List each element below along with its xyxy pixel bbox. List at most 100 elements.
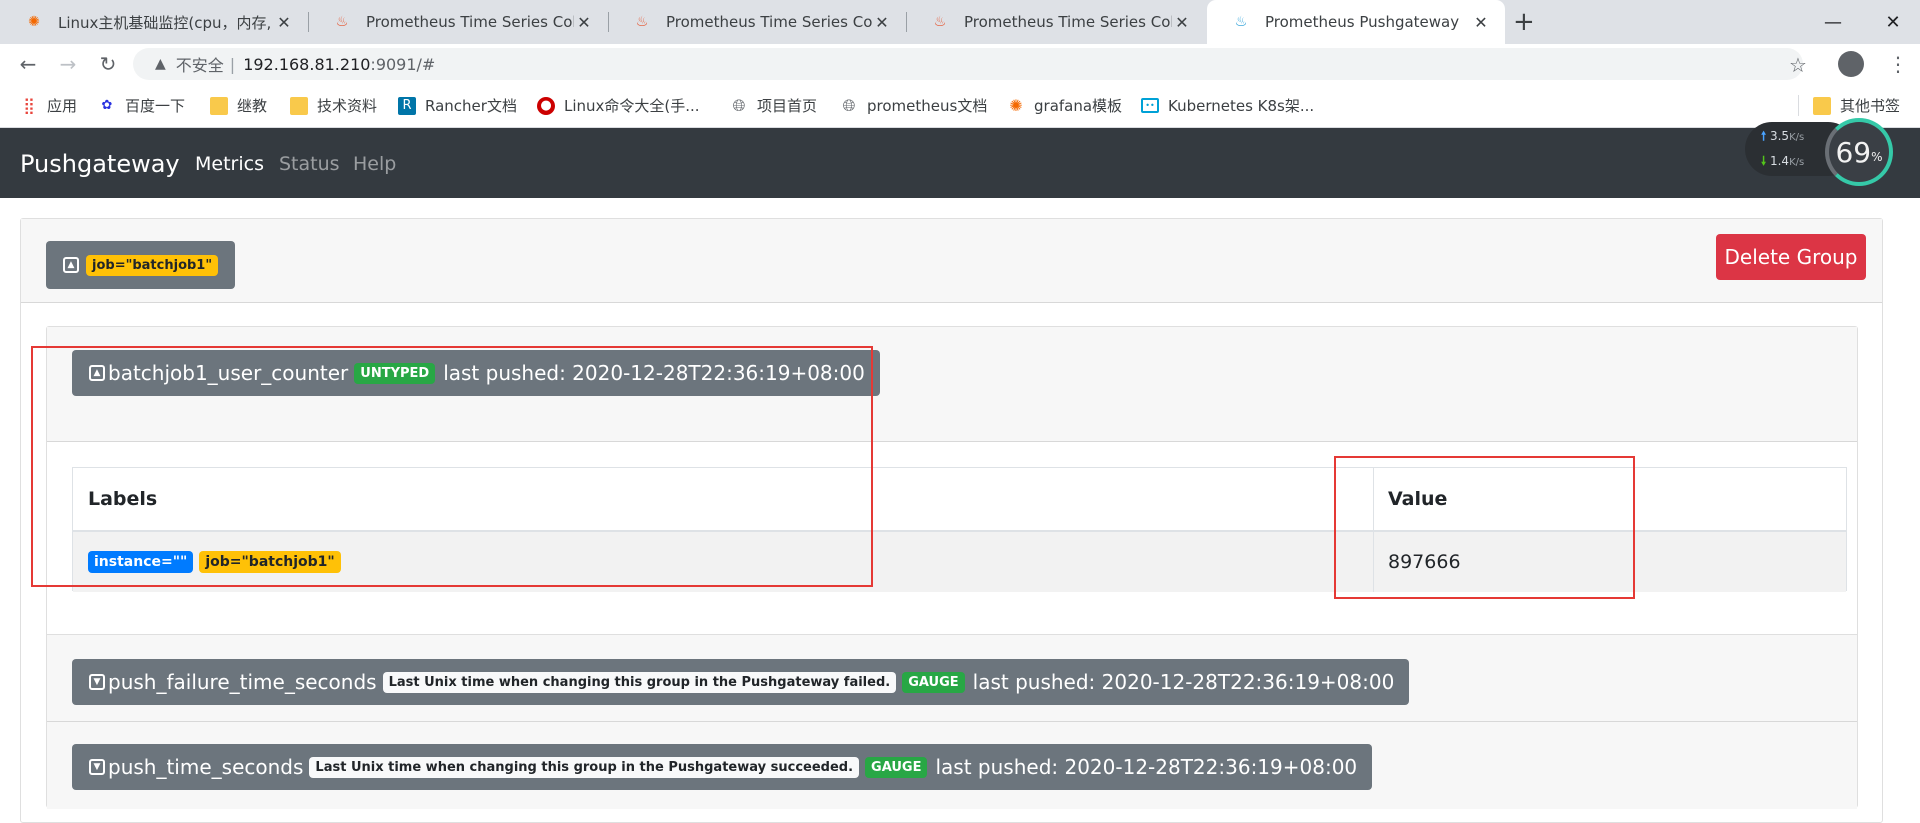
bookmark-label: Linux命令大全(手... bbox=[564, 97, 700, 115]
warning-icon: ▲ bbox=[155, 56, 166, 72]
url-input[interactable]: ▲ 不安全 | 192.168.81.210 :9091/# bbox=[133, 48, 1803, 80]
close-icon[interactable]: ✕ bbox=[574, 13, 594, 32]
close-window-icon[interactable]: ✕ bbox=[1863, 0, 1920, 44]
bookmark-label: prometheus文档 bbox=[867, 97, 988, 115]
security-label: 不安全 bbox=[175, 56, 224, 75]
browser-tab-bar: ✺ Linux主机基础监控(cpu，内存, ✕ ♨ Prometheus Tim… bbox=[0, 0, 1920, 44]
tab-title: Prometheus Time Series Collec bbox=[366, 13, 574, 31]
annotation-box-value bbox=[1334, 456, 1635, 599]
expand-down-icon: ▼ bbox=[89, 674, 105, 690]
expand-down-icon: ▼ bbox=[89, 759, 105, 775]
close-icon[interactable]: ✕ bbox=[872, 13, 892, 32]
folder-icon bbox=[210, 96, 228, 115]
nav-metrics[interactable]: Metrics bbox=[195, 153, 264, 175]
globe-icon: 🌐︎ bbox=[842, 95, 856, 115]
upload-speed: 🠕︎ 3.5K/s bbox=[1761, 129, 1805, 143]
memory-percent-dial: 69% bbox=[1825, 118, 1893, 186]
bookmark-label: 继教 bbox=[237, 97, 268, 115]
bookmark-label: 应用 bbox=[47, 97, 78, 115]
tab-title: Prometheus Pushgateway bbox=[1265, 13, 1460, 31]
close-icon[interactable]: ✕ bbox=[274, 13, 294, 32]
apps-icon: ⣿ bbox=[23, 96, 35, 115]
pushgateway-navbar: Pushgateway Metrics Status Help bbox=[0, 128, 1920, 198]
bookmark-linux[interactable]: ● Linux命令大全(手... bbox=[537, 95, 700, 116]
redhat-icon: ● bbox=[537, 96, 555, 115]
bookmark-label: 百度一下 bbox=[125, 97, 186, 115]
bookmarks-bar: ⣿ 应用 ✿ 百度一下 继教 技术资料 R Rancher文档 ● Linux命… bbox=[0, 84, 1920, 128]
minimize-icon[interactable]: — bbox=[1803, 0, 1863, 44]
delete-group-button[interactable]: Delete Group bbox=[1716, 234, 1866, 280]
grafana-icon: ✺ bbox=[1009, 96, 1023, 115]
bookmark-folder[interactable]: 继教 bbox=[210, 95, 267, 116]
menu-kebab-icon[interactable]: ⋮ bbox=[1888, 52, 1908, 76]
address-bar-row: ← → ↻ ▲ 不安全 | 192.168.81.210 :9091/# ☆ ⋮ bbox=[0, 44, 1920, 84]
metric-toggle-button[interactable]: ▼ push_time_seconds Last Unix time when … bbox=[72, 744, 1373, 790]
browser-tab[interactable]: ♨ Prometheus Time Series Collec ✕ bbox=[906, 0, 1206, 44]
bookmark-kubernetes[interactable]: •• Kubernetes K8s架... bbox=[1141, 95, 1314, 116]
metric-help-badge: Last Unix time when changing this group … bbox=[309, 756, 860, 778]
forward-icon[interactable]: → bbox=[54, 52, 82, 76]
bookmark-grafana[interactable]: ✺ grafana模板 bbox=[1007, 95, 1122, 116]
baidu-icon: ✿ bbox=[101, 98, 113, 113]
group-card-header: ▲ job="batchjob1" Delete Group bbox=[21, 219, 1882, 303]
prometheus-icon: ♨ bbox=[335, 14, 349, 30]
bookmark-other[interactable]: 其他书签 bbox=[1798, 95, 1900, 116]
globe-icon: 🌐︎ bbox=[732, 95, 746, 115]
folder-icon bbox=[1813, 96, 1831, 115]
metric-header: ▼ push_time_seconds Last Unix time when … bbox=[47, 722, 1857, 809]
bookmark-label: 技术资料 bbox=[317, 97, 378, 115]
grafana-icon: ✺ bbox=[28, 14, 40, 30]
bookmark-apps[interactable]: ⣿ 应用 bbox=[20, 95, 77, 116]
arrow-down-icon: 🠗︎ bbox=[1761, 154, 1767, 168]
metric-help-badge: Last Unix time when changing this group … bbox=[382, 671, 897, 693]
folder-icon bbox=[290, 96, 308, 115]
bookmark-prometheus-docs[interactable]: 🌐︎ prometheus文档 bbox=[840, 95, 988, 116]
arrow-up-icon: 🠕︎ bbox=[1761, 129, 1767, 143]
bookmark-label: 项目首页 bbox=[757, 97, 818, 115]
bookmark-baidu[interactable]: ✿ 百度一下 bbox=[98, 95, 185, 116]
bookmark-folder[interactable]: 技术资料 bbox=[290, 95, 377, 116]
metric-type-badge: GAUGE bbox=[865, 756, 928, 778]
bookmark-label: grafana模板 bbox=[1034, 97, 1123, 115]
new-tab-button[interactable]: + bbox=[1513, 6, 1535, 38]
collapse-up-icon: ▲ bbox=[63, 257, 79, 273]
url-path: :9091/# bbox=[370, 54, 436, 74]
browser-tab[interactable]: ♨ Prometheus Time Series Collec ✕ bbox=[308, 0, 608, 44]
close-icon[interactable]: ✕ bbox=[1471, 13, 1491, 32]
network-speed-widget: 🠕︎ 3.5K/s 🠗︎ 1.4K/s 69% bbox=[1745, 118, 1895, 186]
bookmark-label: 其他书签 bbox=[1840, 97, 1901, 115]
pushgateway-icon: ♨ bbox=[1234, 14, 1248, 30]
rancher-icon: R bbox=[398, 96, 416, 115]
metric-last-pushed: last pushed: 2020-12-28T22:36:19+08:00 bbox=[972, 670, 1395, 694]
tab-title: Linux主机基础监控(cpu，内存, bbox=[58, 13, 272, 32]
metric-last-pushed: last pushed: 2020-12-28T22:36:19+08:00 bbox=[935, 755, 1358, 779]
bookmark-project[interactable]: 🌐︎ 项目首页 bbox=[730, 95, 817, 116]
bookmark-rancher[interactable]: R Rancher文档 bbox=[398, 95, 517, 116]
url-host: 192.168.81.210 bbox=[243, 54, 371, 74]
metric-header: ▼ push_failure_time_seconds Last Unix ti… bbox=[47, 635, 1857, 722]
bilibili-icon: •• bbox=[1141, 98, 1159, 113]
group-label-badge: job="batchjob1" bbox=[86, 254, 219, 276]
browser-tab[interactable]: ♨ Prometheus Time Series Collec ✕ bbox=[608, 0, 906, 44]
navbar-brand[interactable]: Pushgateway bbox=[20, 150, 180, 178]
prometheus-icon: ♨ bbox=[635, 14, 649, 30]
tab-title: Prometheus Time Series Collec bbox=[666, 13, 872, 31]
profile-avatar-icon[interactable] bbox=[1838, 51, 1864, 77]
group-toggle-button[interactable]: ▲ job="batchjob1" bbox=[46, 241, 236, 289]
metric-toggle-button[interactable]: ▼ push_failure_time_seconds Last Unix ti… bbox=[72, 659, 1410, 705]
browser-tab[interactable]: ✺ Linux主机基础监控(cpu，内存, ✕ bbox=[0, 0, 308, 44]
metric-name: push_failure_time_seconds bbox=[108, 670, 377, 694]
annotation-box-metric bbox=[31, 346, 873, 587]
reload-icon[interactable]: ↻ bbox=[94, 52, 122, 76]
back-icon[interactable]: ← bbox=[14, 52, 42, 76]
bookmark-star-icon[interactable]: ☆ bbox=[1789, 53, 1807, 77]
metric-name: push_time_seconds bbox=[108, 755, 304, 779]
tab-title: Prometheus Time Series Collec bbox=[964, 13, 1172, 31]
bookmark-label: Rancher文档 bbox=[425, 97, 517, 115]
browser-tab-active[interactable]: ♨ Prometheus Pushgateway ✕ bbox=[1207, 0, 1505, 44]
download-speed: 🠗︎ 1.4K/s bbox=[1761, 154, 1805, 168]
nav-help[interactable]: Help bbox=[353, 153, 396, 175]
nav-status[interactable]: Status bbox=[279, 153, 340, 175]
close-icon[interactable]: ✕ bbox=[1172, 13, 1192, 32]
divider: | bbox=[229, 54, 236, 74]
